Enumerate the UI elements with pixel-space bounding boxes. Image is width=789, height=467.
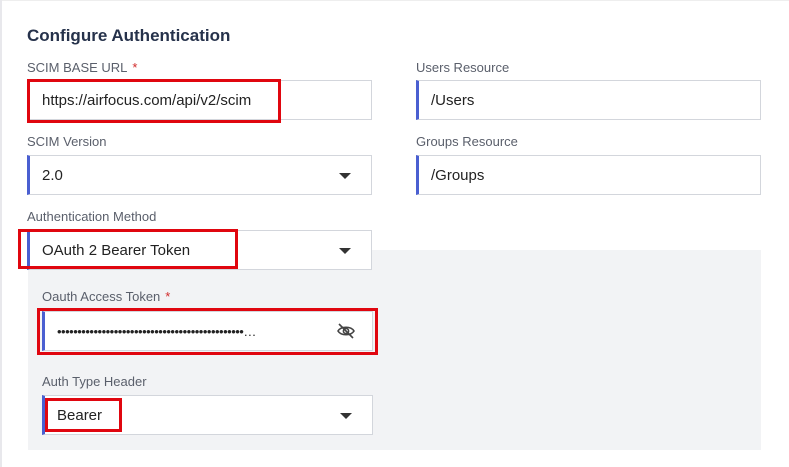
users-resource-input[interactable]: /Users — [416, 80, 761, 120]
eye-off-icon[interactable] — [336, 322, 356, 344]
page-title: Configure Authentication — [27, 26, 231, 45]
auth-method-label: Authentication Method — [27, 209, 157, 224]
auth-type-header-select[interactable]: Bearer — [42, 395, 373, 435]
auth-method-select[interactable]: OAuth 2 Bearer Token — [27, 230, 372, 270]
groups-resource-value: /Groups — [431, 166, 485, 184]
chevron-down-icon — [339, 173, 351, 179]
groups-resource-label: Groups Resource — [416, 134, 518, 149]
required-mark: * — [132, 60, 138, 75]
users-resource-value: /Users — [431, 91, 475, 109]
scim-base-url-label: SCIM BASE URL * — [27, 60, 138, 75]
auth-type-header-label: Auth Type Header — [42, 374, 147, 389]
groups-resource-input[interactable]: /Groups — [416, 155, 761, 195]
left-border — [0, 0, 2, 467]
scim-version-value: 2.0 — [42, 166, 63, 184]
oauth-token-label: Oauth Access Token * — [42, 289, 171, 304]
scim-version-label: SCIM Version — [27, 134, 107, 149]
auth-type-header-value: Bearer — [57, 406, 103, 424]
scim-version-select[interactable]: 2.0 — [27, 155, 372, 195]
chevron-down-icon — [339, 248, 351, 254]
required-mark: * — [165, 289, 171, 304]
scim-base-url-value: https://airfocus.com/api/v2/scim — [42, 91, 252, 109]
chevron-down-icon — [340, 413, 352, 419]
scim-base-url-input[interactable]: https://airfocus.com/api/v2/scim — [27, 80, 372, 120]
top-border — [0, 0, 789, 1]
oauth-token-input[interactable]: ••••••••••••••••••••••••••••••••••••••••… — [42, 311, 373, 351]
users-resource-label: Users Resource — [416, 60, 510, 75]
auth-method-value: OAuth 2 Bearer Token — [42, 241, 191, 259]
oauth-token-value: ••••••••••••••••••••••••••••••••••••••••… — [57, 323, 256, 339]
